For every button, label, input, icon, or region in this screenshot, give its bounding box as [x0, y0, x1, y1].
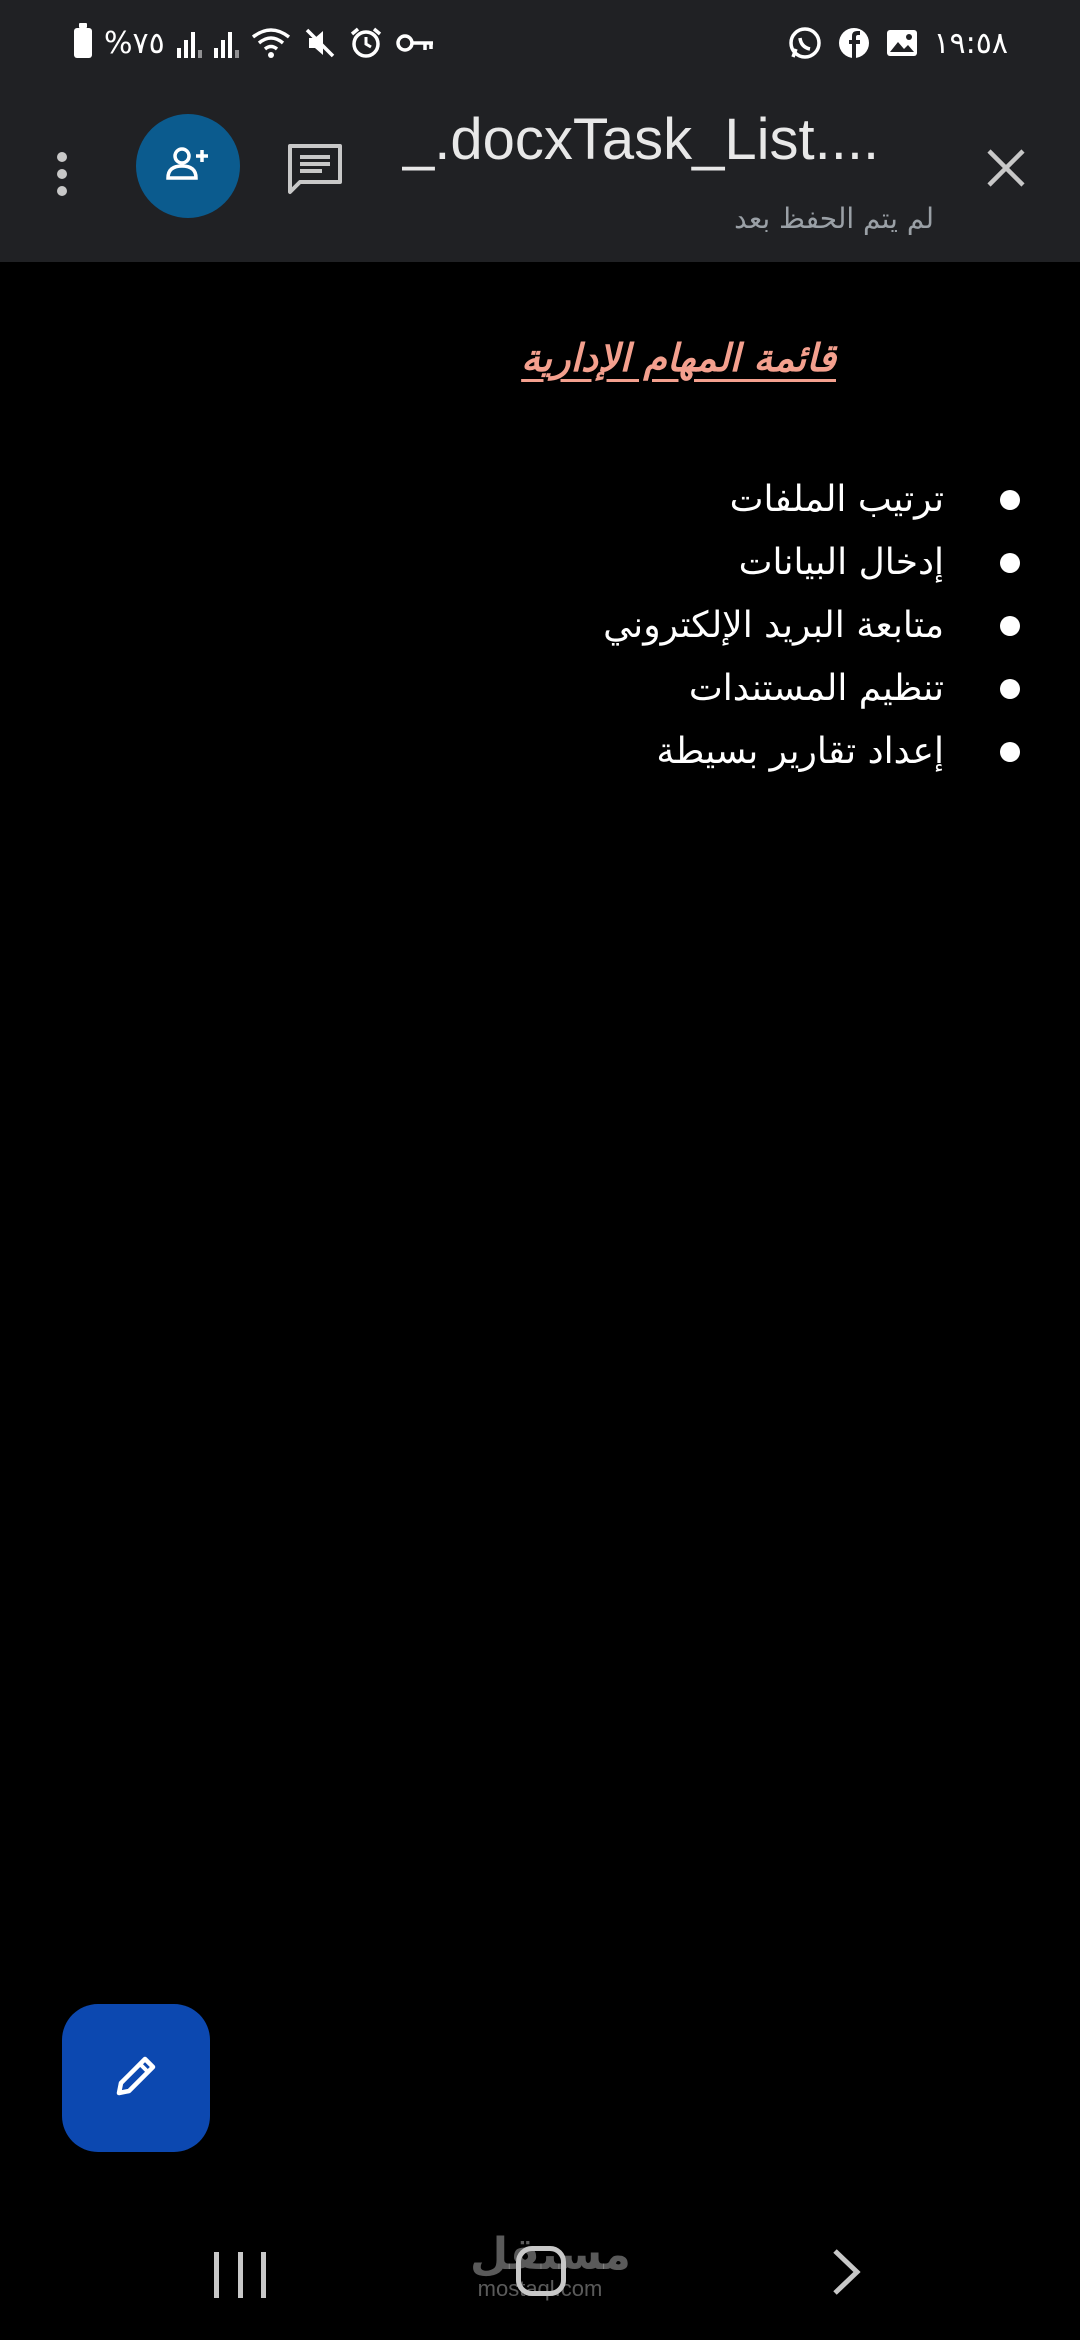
task-text: ترتيب الملفات: [729, 479, 944, 520]
status-bar-right: ١٩:٥٨: [787, 20, 1008, 66]
battery-level: %٧٥: [104, 25, 165, 61]
close-button[interactable]: [976, 140, 1036, 200]
comment-icon: [286, 142, 344, 200]
list-item: متابعة البريد الإلكتروني: [603, 594, 1020, 657]
screen: %٧٥ ١٩:٥٨ _.docxTask_List.... لم يتم الح…: [0, 0, 1080, 2340]
task-list: ترتيب الملفات إدخال البيانات متابعة البر…: [603, 468, 1020, 783]
navigation-bar: مستقل mostaql.com: [0, 2200, 1080, 2340]
watermark: مستقل mostaql.com: [470, 2229, 631, 2301]
chevron-right-icon: [831, 2247, 861, 2301]
list-item: تنظيم المستندات: [603, 657, 1020, 720]
task-text: إعداد تقارير بسيطة: [656, 731, 944, 772]
bullet-icon: [1000, 552, 1020, 573]
task-text: تنظيم المستندات: [688, 668, 944, 709]
bullet-icon: [1000, 615, 1020, 636]
list-item: إدخال البيانات: [603, 531, 1020, 594]
list-item: إعداد تقارير بسيطة: [603, 720, 1020, 783]
close-icon: [985, 147, 1027, 193]
task-text: متابعة البريد الإلكتروني: [603, 605, 944, 646]
document-toolbar: _.docxTask_List.... لم يتم الحفظ بعد: [0, 86, 1080, 262]
more-options-button[interactable]: [40, 134, 84, 214]
mute-icon: [303, 26, 337, 60]
facebook-icon: [837, 26, 871, 60]
list-item: ترتيب الملفات: [603, 468, 1020, 531]
recents-button[interactable]: [214, 2252, 266, 2298]
back-button[interactable]: [826, 2244, 866, 2304]
document-title[interactable]: _.docxTask_List....: [402, 106, 922, 173]
watermark-arabic: مستقل: [470, 2229, 631, 2280]
status-bar-left: %٧٥: [74, 20, 435, 66]
clock: ١٩:٥٨: [933, 25, 1008, 61]
signal-icon: [176, 28, 202, 58]
signal-icon: [213, 28, 239, 58]
gallery-icon: [885, 28, 919, 58]
bullet-icon: [1000, 678, 1020, 699]
add-person-icon: [164, 144, 212, 188]
alarm-icon: [349, 26, 383, 60]
bullet-icon: [1000, 741, 1020, 762]
pencil-icon: [111, 2051, 161, 2105]
task-text: إدخال البيانات: [738, 542, 944, 583]
status-bar: %٧٥ ١٩:٥٨: [0, 0, 1080, 86]
document-heading: قائمة المهام الإدارية: [521, 336, 836, 380]
document-content[interactable]: قائمة المهام الإدارية ترتيب الملفات إدخا…: [0, 262, 1080, 2162]
share-button[interactable]: [136, 114, 240, 218]
battery-icon: [74, 23, 92, 58]
vpn-key-icon: [395, 31, 435, 55]
whatsapp-icon: [787, 25, 823, 61]
watermark-latin: mostaql.com: [477, 2276, 603, 2301]
comments-button[interactable]: [280, 136, 350, 206]
save-status: لم يتم الحفظ بعد: [734, 202, 934, 235]
bullet-icon: [1000, 489, 1020, 510]
wifi-icon: [251, 27, 291, 59]
edit-button[interactable]: [62, 2004, 210, 2152]
